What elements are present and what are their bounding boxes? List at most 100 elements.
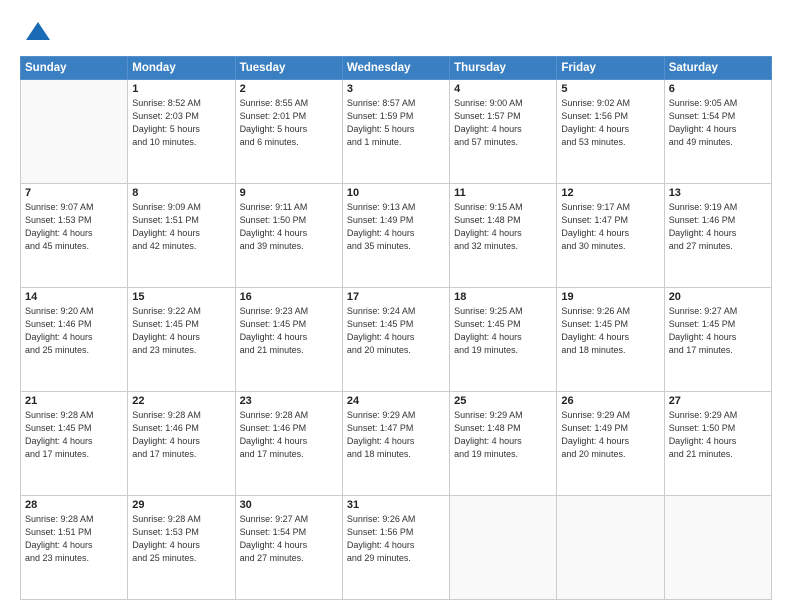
day-number: 20 xyxy=(669,291,767,303)
day-number: 6 xyxy=(669,83,767,95)
day-info: Sunrise: 9:17 AMSunset: 1:47 PMDaylight:… xyxy=(561,201,659,253)
logo-icon xyxy=(24,18,52,46)
day-number: 23 xyxy=(240,395,338,407)
day-info: Sunrise: 9:28 AMSunset: 1:53 PMDaylight:… xyxy=(132,513,230,565)
day-number: 17 xyxy=(347,291,445,303)
calendar-cell: 4 Sunrise: 9:00 AMSunset: 1:57 PMDaylight… xyxy=(450,80,557,184)
day-number: 3 xyxy=(347,83,445,95)
weekday-header-friday: Friday xyxy=(557,57,664,80)
day-number: 21 xyxy=(25,395,123,407)
day-info: Sunrise: 9:05 AMSunset: 1:54 PMDaylight:… xyxy=(669,97,767,149)
day-info: Sunrise: 9:22 AMSunset: 1:45 PMDaylight:… xyxy=(132,305,230,357)
calendar-cell: 13Sunrise: 9:19 AMSunset: 1:46 PMDayligh… xyxy=(664,184,771,288)
day-number: 28 xyxy=(25,499,123,511)
day-number: 31 xyxy=(347,499,445,511)
weekday-header-row: SundayMondayTuesdayWednesdayThursdayFrid… xyxy=(21,57,772,80)
calendar-cell: 23 Sunrise: 9:28 AMSunset: 1:46 PMDayligh… xyxy=(235,392,342,496)
calendar-week-1: 1Sunrise: 8:52 AMSunset: 2:03 PMDaylight… xyxy=(21,80,772,184)
calendar-cell: 29Sunrise: 9:28 AMSunset: 1:53 PMDayligh… xyxy=(128,496,235,600)
day-number: 19 xyxy=(561,291,659,303)
day-info: Sunrise: 9:07 AMSunset: 1:53 PMDaylight:… xyxy=(25,201,123,253)
calendar-cell: 19 Sunrise: 9:26 AMSunset: 1:45 PMDayligh… xyxy=(557,288,664,392)
calendar-cell: 3 Sunrise: 8:57 AMSunset: 1:59 PMDaylight… xyxy=(342,80,449,184)
day-info: Sunrise: 9:20 AMSunset: 1:46 PMDaylight:… xyxy=(25,305,123,357)
calendar-cell: 12 Sunrise: 9:17 AMSunset: 1:47 PMDayligh… xyxy=(557,184,664,288)
day-info: Sunrise: 9:00 AMSunset: 1:57 PMDaylight:… xyxy=(454,97,552,149)
day-info: Sunrise: 9:29 AMSunset: 1:47 PMDaylight:… xyxy=(347,409,445,461)
day-number: 22 xyxy=(132,395,230,407)
calendar-cell: 17Sunrise: 9:24 AMSunset: 1:45 PMDayligh… xyxy=(342,288,449,392)
day-info: Sunrise: 9:11 AMSunset: 1:50 PMDaylight:… xyxy=(240,201,338,253)
weekday-header-sunday: Sunday xyxy=(21,57,128,80)
calendar-cell: 18 Sunrise: 9:25 AMSunset: 1:45 PMDayligh… xyxy=(450,288,557,392)
logo xyxy=(20,18,52,46)
day-info: Sunrise: 9:28 AMSunset: 1:46 PMDaylight:… xyxy=(240,409,338,461)
day-info: Sunrise: 8:57 AMSunset: 1:59 PMDaylight:… xyxy=(347,97,445,149)
day-number: 25 xyxy=(454,395,552,407)
weekday-header-thursday: Thursday xyxy=(450,57,557,80)
day-number: 18 xyxy=(454,291,552,303)
weekday-header-saturday: Saturday xyxy=(664,57,771,80)
calendar-cell: 31 Sunrise: 9:26 AMSunset: 1:56 PMDayligh… xyxy=(342,496,449,600)
calendar-week-5: 28 Sunrise: 9:28 AMSunset: 1:51 PMDayligh… xyxy=(21,496,772,600)
day-info: Sunrise: 9:02 AMSunset: 1:56 PMDaylight:… xyxy=(561,97,659,149)
day-info: Sunrise: 9:29 AMSunset: 1:48 PMDaylight:… xyxy=(454,409,552,461)
calendar-cell: 9 Sunrise: 9:11 AMSunset: 1:50 PMDaylight… xyxy=(235,184,342,288)
calendar-cell: 28 Sunrise: 9:28 AMSunset: 1:51 PMDayligh… xyxy=(21,496,128,600)
day-number: 13 xyxy=(669,187,767,199)
calendar-cell: 21 Sunrise: 9:28 AMSunset: 1:45 PMDayligh… xyxy=(21,392,128,496)
day-number: 1 xyxy=(132,83,230,95)
day-info: Sunrise: 9:29 AMSunset: 1:50 PMDaylight:… xyxy=(669,409,767,461)
day-number: 30 xyxy=(240,499,338,511)
calendar-cell xyxy=(450,496,557,600)
day-number: 11 xyxy=(454,187,552,199)
calendar-cell: 25 Sunrise: 9:29 AMSunset: 1:48 PMDayligh… xyxy=(450,392,557,496)
day-info: Sunrise: 9:15 AMSunset: 1:48 PMDaylight:… xyxy=(454,201,552,253)
day-number: 14 xyxy=(25,291,123,303)
day-number: 12 xyxy=(561,187,659,199)
weekday-header-monday: Monday xyxy=(128,57,235,80)
calendar-cell: 20 Sunrise: 9:27 AMSunset: 1:45 PMDayligh… xyxy=(664,288,771,392)
calendar-cell: 2 Sunrise: 8:55 AMSunset: 2:01 PMDaylight… xyxy=(235,80,342,184)
day-info: Sunrise: 9:27 AMSunset: 1:45 PMDaylight:… xyxy=(669,305,767,357)
day-info: Sunrise: 9:25 AMSunset: 1:45 PMDaylight:… xyxy=(454,305,552,357)
calendar-cell: 24 Sunrise: 9:29 AMSunset: 1:47 PMDayligh… xyxy=(342,392,449,496)
calendar-cell: 30 Sunrise: 9:27 AMSunset: 1:54 PMDayligh… xyxy=(235,496,342,600)
day-info: Sunrise: 9:27 AMSunset: 1:54 PMDaylight:… xyxy=(240,513,338,565)
calendar-week-3: 14 Sunrise: 9:20 AMSunset: 1:46 PMDayligh… xyxy=(21,288,772,392)
calendar-cell: 10Sunrise: 9:13 AMSunset: 1:49 PMDayligh… xyxy=(342,184,449,288)
calendar-cell: 27 Sunrise: 9:29 AMSunset: 1:50 PMDayligh… xyxy=(664,392,771,496)
weekday-header-tuesday: Tuesday xyxy=(235,57,342,80)
day-info: Sunrise: 8:55 AMSunset: 2:01 PMDaylight:… xyxy=(240,97,338,149)
day-info: Sunrise: 9:28 AMSunset: 1:45 PMDaylight:… xyxy=(25,409,123,461)
day-number: 9 xyxy=(240,187,338,199)
day-number: 16 xyxy=(240,291,338,303)
calendar-cell: 22Sunrise: 9:28 AMSunset: 1:46 PMDayligh… xyxy=(128,392,235,496)
calendar-cell xyxy=(664,496,771,600)
calendar-cell: 11 Sunrise: 9:15 AMSunset: 1:48 PMDayligh… xyxy=(450,184,557,288)
calendar-cell: 6 Sunrise: 9:05 AMSunset: 1:54 PMDaylight… xyxy=(664,80,771,184)
day-number: 24 xyxy=(347,395,445,407)
day-number: 4 xyxy=(454,83,552,95)
weekday-header-wednesday: Wednesday xyxy=(342,57,449,80)
calendar-cell: 7Sunrise: 9:07 AMSunset: 1:53 PMDaylight… xyxy=(21,184,128,288)
calendar-cell: 15 Sunrise: 9:22 AMSunset: 1:45 PMDayligh… xyxy=(128,288,235,392)
day-info: Sunrise: 9:23 AMSunset: 1:45 PMDaylight:… xyxy=(240,305,338,357)
day-number: 2 xyxy=(240,83,338,95)
day-info: Sunrise: 9:29 AMSunset: 1:49 PMDaylight:… xyxy=(561,409,659,461)
calendar-week-4: 21 Sunrise: 9:28 AMSunset: 1:45 PMDayligh… xyxy=(21,392,772,496)
day-info: Sunrise: 9:26 AMSunset: 1:45 PMDaylight:… xyxy=(561,305,659,357)
day-info: Sunrise: 9:26 AMSunset: 1:56 PMDaylight:… xyxy=(347,513,445,565)
day-info: Sunrise: 9:28 AMSunset: 1:51 PMDaylight:… xyxy=(25,513,123,565)
day-info: Sunrise: 9:13 AMSunset: 1:49 PMDaylight:… xyxy=(347,201,445,253)
calendar-cell xyxy=(557,496,664,600)
day-number: 8 xyxy=(132,187,230,199)
calendar-cell: 26Sunrise: 9:29 AMSunset: 1:49 PMDayligh… xyxy=(557,392,664,496)
day-number: 15 xyxy=(132,291,230,303)
page: SundayMondayTuesdayWednesdayThursdayFrid… xyxy=(0,0,792,612)
calendar-cell: 16 Sunrise: 9:23 AMSunset: 1:45 PMDayligh… xyxy=(235,288,342,392)
day-info: Sunrise: 9:09 AMSunset: 1:51 PMDaylight:… xyxy=(132,201,230,253)
calendar-week-2: 7Sunrise: 9:07 AMSunset: 1:53 PMDaylight… xyxy=(21,184,772,288)
day-number: 27 xyxy=(669,395,767,407)
calendar-table: SundayMondayTuesdayWednesdayThursdayFrid… xyxy=(20,56,772,600)
